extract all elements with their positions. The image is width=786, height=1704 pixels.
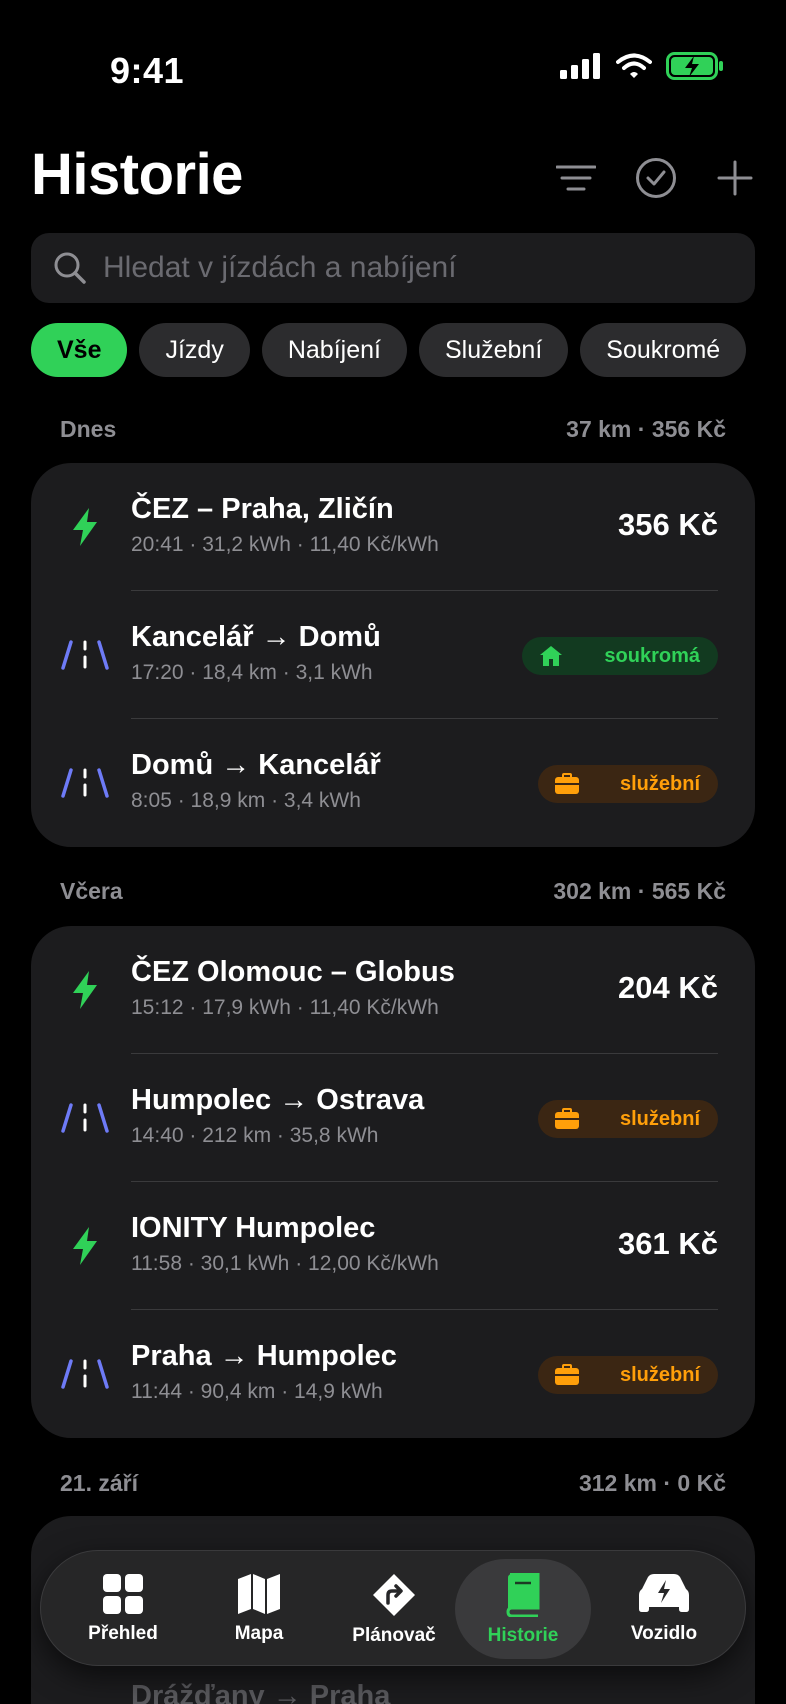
chip-all[interactable]: Vše (31, 323, 128, 377)
route-icon (373, 1574, 415, 1616)
item-title: ČEZ – Praha, Zličín (131, 493, 394, 525)
section-header-yesterday: Včera 302 km · 565 Kč (60, 878, 726, 905)
tab-label: Historie (487, 1625, 559, 1646)
item-subtitle: 11:44 · 90,4 km · 14,9 kWh (131, 1380, 383, 1403)
section-summary: 312 km · 0 Kč (578, 1470, 726, 1496)
item-title: IONITY Humpolec (131, 1212, 376, 1244)
section-header-today: Dnes 37 km · 356 Kč (60, 416, 726, 443)
history-card-today: ČEZ – Praha, Zličín 20:41 · 31,2 kWh · 1… (31, 463, 755, 847)
briefcase-icon (554, 1106, 580, 1132)
item-subtitle: 17:20 · 18,4 km · 3,1 kWh (131, 661, 373, 684)
plus-icon (717, 160, 753, 196)
status-icons (560, 52, 724, 80)
section-summary: 302 km · 565 Kč (553, 878, 726, 904)
business-badge[interactable]: služební (537, 765, 718, 803)
road-icon (61, 631, 109, 679)
chip-trips[interactable]: Jízdy (139, 323, 250, 377)
car-icon (639, 1574, 689, 1612)
private-badge[interactable]: soukromá (522, 637, 718, 675)
bolt-icon (61, 966, 109, 1014)
briefcase-icon (554, 771, 580, 797)
section-header-sep-21: 21. září 312 km · 0 Kč (60, 1470, 726, 1497)
item-title: Kancelář → Domů (131, 621, 381, 653)
tab-vehicle[interactable]: Vozidlo (596, 1559, 732, 1659)
checkmark-circle-icon (636, 158, 676, 198)
tab-overview[interactable]: Přehled (55, 1559, 191, 1659)
status-bar: 9:41 (0, 0, 786, 140)
history-item-charge[interactable]: ČEZ Olomouc – Globus 15:12 · 17,9 kWh · … (31, 926, 755, 1054)
badge-label: služební (619, 1363, 700, 1386)
history-item-charge[interactable]: ČEZ – Praha, Zličín 20:41 · 31,2 kWh · 1… (31, 463, 755, 591)
item-subtitle: 11:58 · 30,1 kWh · 12,00 Kč/kWh (131, 1252, 439, 1275)
select-button[interactable] (634, 156, 678, 200)
item-subtitle: 8:05 · 18,9 km · 3,4 kWh (131, 789, 361, 812)
chip-private[interactable]: Soukromé (580, 323, 747, 377)
battery-charging-icon (666, 52, 723, 80)
grid-icon (103, 1574, 143, 1614)
history-card-yesterday: ČEZ Olomouc – Globus 15:12 · 17,9 kWh · … (31, 926, 755, 1438)
filter-sort-button[interactable] (554, 156, 598, 200)
section-summary: 37 km · 356 Kč (566, 416, 726, 442)
tab-history[interactable]: Historie (455, 1559, 591, 1659)
add-button[interactable] (713, 156, 757, 200)
tab-label: Vozidlo (630, 1623, 698, 1644)
bolt-icon (61, 1222, 109, 1270)
badge-label: služební (619, 772, 700, 795)
road-icon (61, 1094, 109, 1142)
signal-icon (560, 53, 600, 79)
page-title: Historie (31, 142, 243, 207)
item-amount: 356 Kč (618, 507, 718, 542)
map-icon (238, 1574, 280, 1614)
item-subtitle: 20:41 · 31,2 kWh · 11,40 Kč/kWh (131, 533, 439, 556)
history-item-charge[interactable]: IONITY Humpolec 11:58 · 30,1 kWh · 12,00… (31, 1182, 755, 1310)
header: Historie (0, 140, 786, 230)
chip-charging[interactable]: Nabíjení (261, 323, 407, 377)
section-title: 21. září (60, 1470, 138, 1496)
item-title[interactable]: Drážďany → Praha (131, 1680, 390, 1704)
item-title: Humpolec → Ostrava (131, 1084, 425, 1116)
tab-label: Plánovač (352, 1625, 436, 1646)
badge-label: služební (619, 1107, 700, 1130)
item-title: ČEZ Olomouc – Globus (131, 956, 455, 988)
road-icon (61, 759, 109, 807)
chip-business[interactable]: Služební (418, 323, 569, 377)
item-amount: 361 Kč (618, 1226, 718, 1261)
history-item-trip[interactable]: Humpolec → Ostrava 14:40 · 212 km · 35,8… (31, 1054, 755, 1182)
tab-bar: Přehled Mapa Plánovač Historie Vozidlo (40, 1550, 746, 1666)
item-title: Praha → Humpolec (131, 1340, 397, 1372)
item-amount: 204 Kč (618, 970, 718, 1005)
item-title: Domů → Kancelář (131, 749, 381, 781)
tab-map[interactable]: Mapa (191, 1559, 327, 1659)
search-input[interactable]: Hledat v jízdách a nabíjení (103, 251, 457, 285)
filter-lines-icon (556, 165, 596, 191)
section-title: Dnes (60, 416, 117, 442)
history-item-trip[interactable]: Kancelář → Domů 17:20 · 18,4 km · 3,1 kW… (31, 591, 755, 719)
tab-planner[interactable]: Plánovač (326, 1559, 462, 1659)
wifi-icon (616, 53, 652, 78)
status-time: 9:41 (110, 50, 185, 91)
tab-label: Mapa (234, 1623, 284, 1644)
section-title: Včera (60, 878, 123, 904)
bolt-icon (61, 503, 109, 551)
search-icon (54, 252, 86, 284)
item-subtitle: 15:12 · 17,9 kWh · 11,40 Kč/kWh (131, 996, 439, 1019)
book-icon (506, 1573, 540, 1617)
search-field[interactable]: Hledat v jízdách a nabíjení (31, 233, 755, 303)
house-icon (538, 643, 564, 669)
business-badge[interactable]: služební (537, 1356, 718, 1394)
history-item-trip[interactable]: Praha → Humpolec 11:44 · 90,4 km · 14,9 … (31, 1310, 755, 1438)
badge-label: soukromá (604, 644, 700, 667)
item-subtitle: 14:40 · 212 km · 35,8 kWh (131, 1124, 379, 1147)
business-badge[interactable]: služební (537, 1100, 718, 1138)
briefcase-icon (554, 1362, 580, 1388)
road-icon (61, 1350, 109, 1398)
history-item-trip[interactable]: Domů → Kancelář 8:05 · 18,9 km · 3,4 kWh… (31, 719, 755, 847)
filter-chips: Vše Jízdy Nabíjení Služební Soukromé (31, 323, 755, 377)
tab-label: Přehled (88, 1623, 158, 1644)
